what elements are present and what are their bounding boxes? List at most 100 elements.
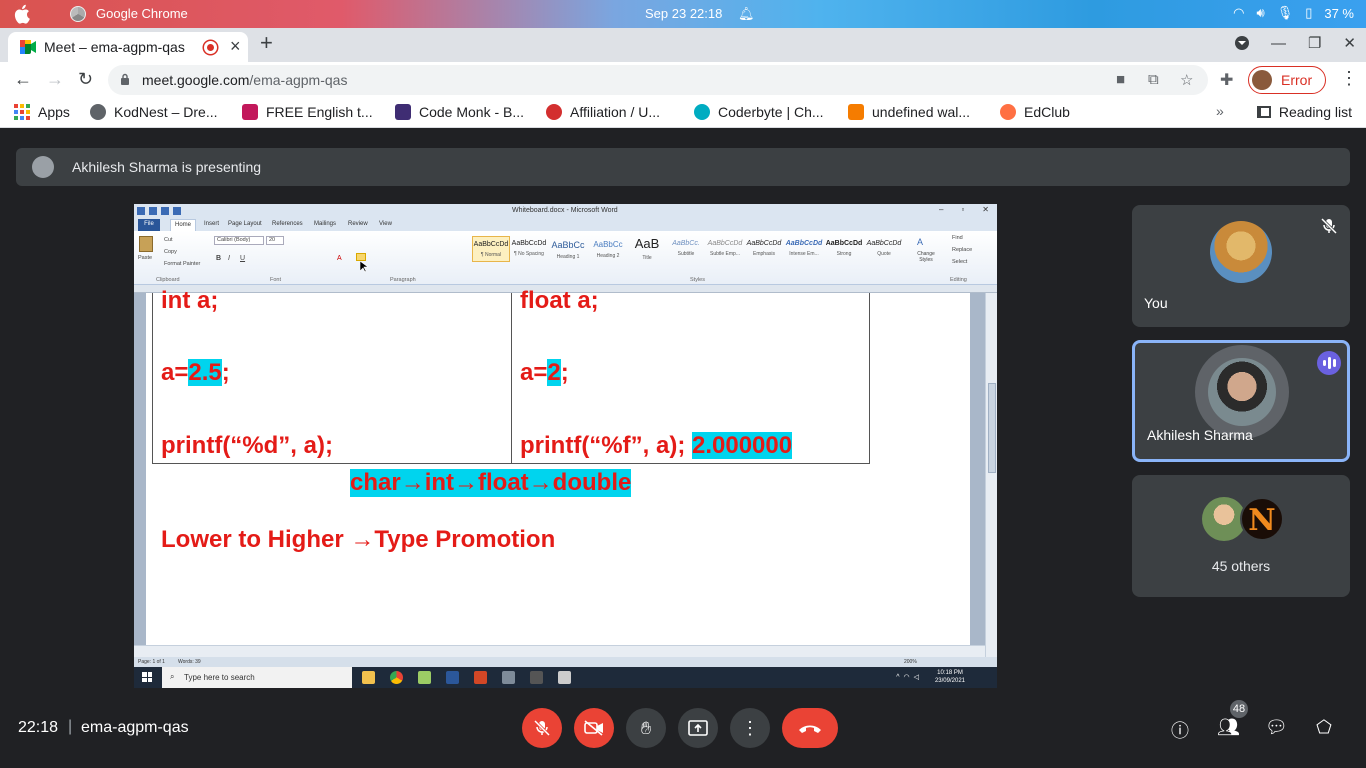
- meeting-info-icon[interactable]: ⓘ: [1169, 717, 1191, 741]
- style-sample: AaBbCc: [593, 240, 623, 249]
- left-assignment: a=2.5;: [161, 359, 230, 387]
- participant-tile-others[interactable]: N 45 others: [1132, 475, 1350, 597]
- quick-access-toolbar: [137, 207, 181, 215]
- page-count: Page: 1 of 1: [138, 659, 165, 665]
- system-clock[interactable]: Sep 23 22:18: [645, 6, 722, 21]
- participant-tile-akhilesh[interactable]: Akhilesh Sharma: [1132, 340, 1350, 462]
- open-in-app-icon[interactable]: ⧉: [1148, 71, 1159, 88]
- extensions-puzzle-icon[interactable]: ✚: [1220, 70, 1233, 90]
- bookmark-free-english[interactable]: FREE English t...: [242, 104, 373, 120]
- style-name: Heading 1: [556, 254, 580, 260]
- minimize-icon[interactable]: —: [1271, 35, 1286, 52]
- bookmark-coderbyte[interactable]: Coderbyte | Ch...: [694, 104, 824, 120]
- present-screen-button[interactable]: [678, 708, 718, 748]
- mic-toggle-button[interactable]: [522, 708, 562, 748]
- paste-icon: [139, 236, 153, 252]
- reading-list-button[interactable]: Reading list: [1256, 104, 1352, 120]
- bookmark-label: undefined wal...: [872, 104, 971, 120]
- bookmark-code-monk[interactable]: Code Monk - B...: [395, 104, 524, 120]
- style-name: Heading 2: [596, 253, 620, 259]
- present-icon: [688, 720, 708, 736]
- reading-list-icon: [1256, 106, 1271, 118]
- notification-bell-icon[interactable]: 🔔︎: [738, 6, 755, 22]
- style-heading-2: AaBbCc Heading 2: [589, 236, 627, 262]
- highlighted-value: 2.5: [188, 359, 222, 386]
- find-label: Find: [952, 235, 963, 241]
- font-size-box: 20: [266, 236, 284, 245]
- assign-suffix: ;: [560, 359, 569, 386]
- site-favicon-icon: [546, 104, 562, 120]
- style-normal: AaBbCcDd ¶ Normal: [472, 236, 510, 262]
- meeting-code: ema-agpm-qas: [81, 719, 189, 736]
- forward-icon[interactable]: →: [46, 69, 64, 90]
- group-paragraph-label: Paragraph: [390, 277, 416, 283]
- activities-icon[interactable]: ⬠: [1313, 717, 1335, 739]
- leave-call-button[interactable]: [782, 708, 838, 748]
- close-window-icon[interactable]: ✕: [1343, 34, 1356, 52]
- volume-icon[interactable]: 🔊︎: [1256, 5, 1264, 21]
- battery-percent: 37 %: [1324, 5, 1354, 21]
- chat-icon[interactable]: 💬︎: [1265, 717, 1288, 739]
- lock-icon[interactable]: [120, 73, 130, 85]
- profile-error-button[interactable]: Error: [1248, 66, 1326, 94]
- bookmark-apps[interactable]: Apps: [14, 104, 70, 120]
- reload-icon[interactable]: ↻: [78, 69, 93, 90]
- raise-hand-button[interactable]: ✋︎: [626, 708, 666, 748]
- tab-title: Meet – ema-agpm-qas: [44, 39, 185, 55]
- back-icon[interactable]: ←: [14, 69, 32, 90]
- word-ribbon: Paste Cut Copy Format Painter Calibri (B…: [134, 231, 997, 285]
- right-declaration: float a;: [520, 287, 599, 314]
- mouse-cursor-icon: [360, 261, 368, 273]
- bookmark-label: FREE English t...: [266, 104, 373, 120]
- promotion-rule: Lower to Higher →Type Promotion: [161, 526, 556, 553]
- word-tab-review: Review: [348, 221, 368, 227]
- apple-icon[interactable]: [14, 4, 32, 24]
- bookmark-kodnest[interactable]: KodNest – Dre...: [90, 104, 218, 120]
- tab-strip: Meet – ema-agpm-qas × + — ❐ ✕: [0, 28, 1366, 62]
- active-app-name[interactable]: Google Chrome: [96, 6, 188, 21]
- bookmark-affiliation[interactable]: Affiliation / U...: [546, 104, 660, 120]
- participant-tile-you[interactable]: You: [1132, 205, 1350, 327]
- mic-icon[interactable]: 🎙︎: [1277, 5, 1294, 21]
- bookmark-star-icon[interactable]: ☆: [1180, 71, 1193, 89]
- group-clipboard-label: Clipboard: [156, 277, 180, 283]
- taskbar-tray-icons: ^◠◁: [896, 674, 923, 681]
- assign-prefix: a=: [520, 359, 548, 386]
- restore-icon[interactable]: ❐: [1308, 34, 1321, 52]
- document-area: int a; a=2.5; printf(“%d”, a); float a; …: [134, 287, 997, 657]
- word-close-icon: ✕: [982, 205, 989, 214]
- highlighted-value: 2: [547, 359, 561, 386]
- word-tab-home: Home: [170, 219, 196, 231]
- new-tab-button[interactable]: +: [260, 30, 273, 56]
- camera-toggle-button[interactable]: [574, 708, 614, 748]
- word-tab-mailings: Mailings: [314, 221, 337, 227]
- mic-off-icon: [1320, 217, 1338, 235]
- align-left-icon: [356, 253, 366, 261]
- style-sample: AaB: [634, 236, 660, 251]
- wifi-icon[interactable]: ◠: [1233, 5, 1244, 21]
- font-color-icon: A: [337, 255, 342, 262]
- tab-meet[interactable]: Meet – ema-agpm-qas ×: [8, 32, 248, 62]
- close-tab-icon[interactable]: ×: [230, 36, 241, 57]
- style-name: Quote: [877, 251, 891, 257]
- style-sample: AaBbCcDd: [746, 240, 782, 247]
- address-bar[interactable]: meet.google.com/ema-agpm-qas ■ ⧉ ☆: [108, 65, 1208, 95]
- participant-avatar: [1208, 358, 1276, 426]
- tab-search-icon[interactable]: [1234, 36, 1249, 50]
- more-bookmarks-icon[interactable]: »: [1216, 103, 1224, 119]
- bookmark-undefined[interactable]: undefined wal...: [848, 104, 970, 120]
- clock-date: 23/09/2021: [934, 678, 965, 684]
- more-options-button[interactable]: ⋮: [730, 708, 770, 748]
- chrome-icon: [70, 6, 86, 22]
- font-name-box: Calibri (Body): [214, 236, 264, 245]
- battery-icon[interactable]: ▯: [1305, 5, 1312, 21]
- change-styles-icon: A: [917, 237, 924, 247]
- bookmark-edclub[interactable]: EdClub: [1000, 104, 1070, 120]
- style-intense-emphasis: AaBbCcDd Intense Em...: [785, 236, 823, 262]
- chrome-menu-icon[interactable]: ⋮: [1340, 68, 1358, 89]
- style-name: ¶ Normal: [480, 252, 502, 258]
- meeting-time: 22:18: [18, 719, 59, 736]
- camera-in-use-icon[interactable]: ■: [1116, 71, 1125, 88]
- word-status-bar: Page: 1 of 1 Words: 39 200%: [134, 657, 997, 667]
- people-icon[interactable]: 👥︎: [1217, 717, 1240, 739]
